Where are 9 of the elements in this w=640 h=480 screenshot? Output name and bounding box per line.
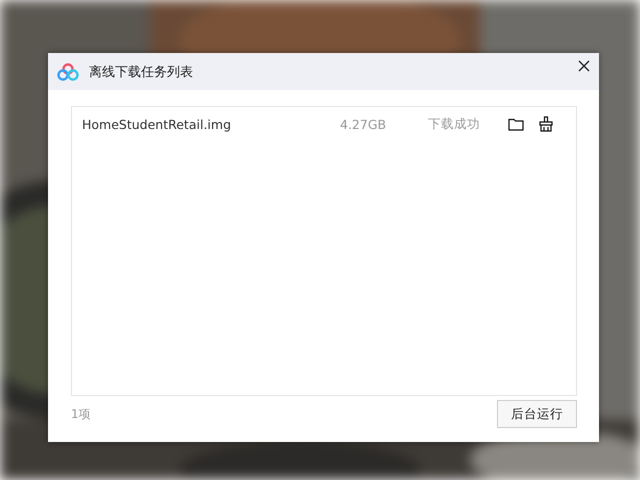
download-status: 下载成功 (428, 116, 481, 132)
cloud-logo-icon (57, 62, 79, 80)
background-run-button[interactable]: 后台运行 (497, 400, 577, 428)
brush-icon[interactable] (538, 116, 554, 132)
folder-icon[interactable] (508, 117, 524, 131)
file-size: 4.27GB (340, 116, 388, 132)
file-name: HomeStudentRetail.img (82, 116, 232, 132)
window-title: 离线下载任务列表 (89, 64, 193, 80)
item-count: 1项 (71, 406, 91, 422)
